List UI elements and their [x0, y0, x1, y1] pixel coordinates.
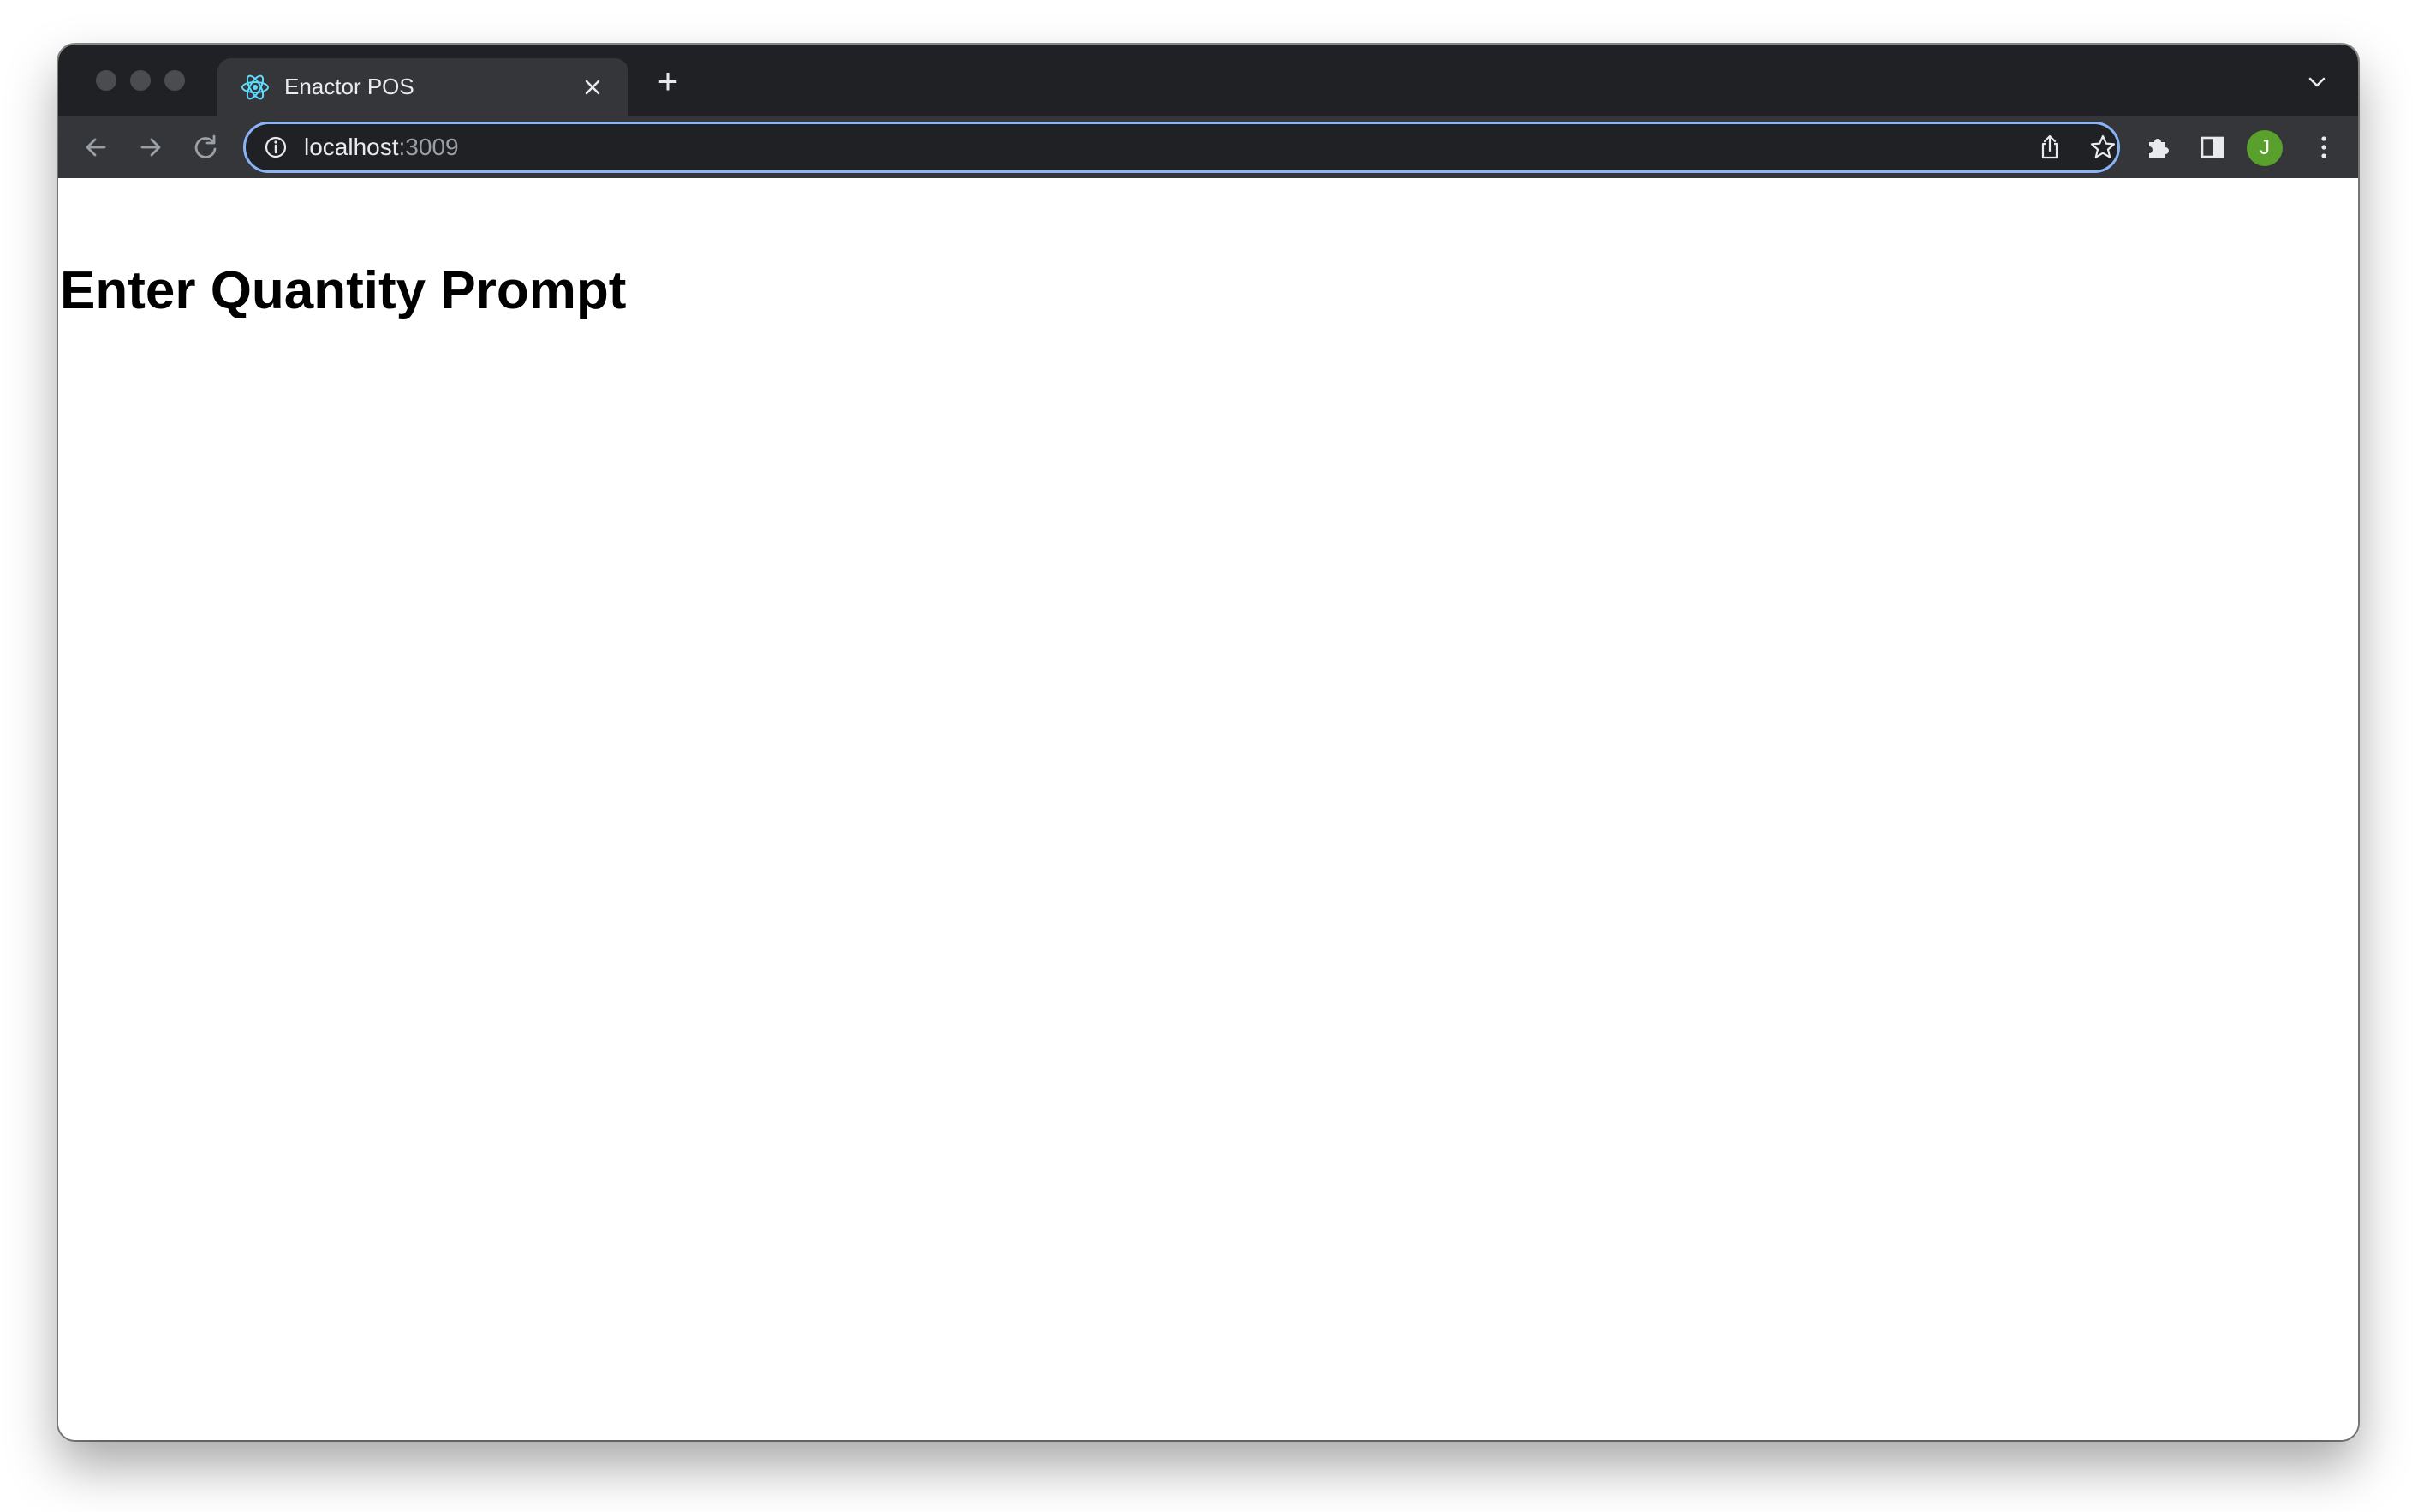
window-minimize-button[interactable]: [130, 70, 151, 91]
tab-enactor-pos[interactable]: Enactor POS: [217, 58, 628, 116]
arrow-left-icon[interactable]: [77, 128, 115, 166]
browser-toolbar: localhost:3009 J: [58, 116, 2358, 178]
kebab-menu-icon[interactable]: [2305, 128, 2343, 166]
star-icon[interactable]: [2087, 131, 2119, 164]
tab-strip: Enactor POS +: [58, 45, 2358, 116]
side-panel-icon[interactable]: [2194, 128, 2231, 166]
arrow-right-icon[interactable]: [132, 128, 170, 166]
tab-title: Enactor POS: [284, 74, 414, 99]
new-tab-button[interactable]: +: [649, 63, 687, 101]
page-content: Enter Quantity Prompt: [58, 178, 2358, 1440]
address-host: localhost: [304, 134, 399, 160]
close-icon[interactable]: [575, 70, 610, 104]
reload-icon[interactable]: [187, 128, 224, 166]
address-bar[interactable]: localhost:3009: [243, 122, 2120, 173]
plus-icon: +: [657, 61, 679, 101]
browser-window: Enactor POS + localhost:3009 J Enter Qua…: [58, 45, 2358, 1440]
react-atom-icon: [240, 72, 271, 103]
profile-initial: J: [2260, 136, 2270, 159]
page-title: Enter Quantity Prompt: [60, 261, 627, 320]
puzzle-icon[interactable]: [2139, 128, 2177, 166]
info-icon[interactable]: [263, 134, 289, 160]
window-zoom-button[interactable]: [164, 70, 185, 91]
window-close-button[interactable]: [96, 70, 116, 91]
address-text[interactable]: localhost:3009: [304, 134, 459, 161]
chevron-down-icon[interactable]: [2302, 67, 2332, 98]
profile-avatar[interactable]: J: [2247, 130, 2283, 166]
address-port: :3009: [398, 134, 459, 160]
share-icon[interactable]: [2034, 131, 2066, 164]
